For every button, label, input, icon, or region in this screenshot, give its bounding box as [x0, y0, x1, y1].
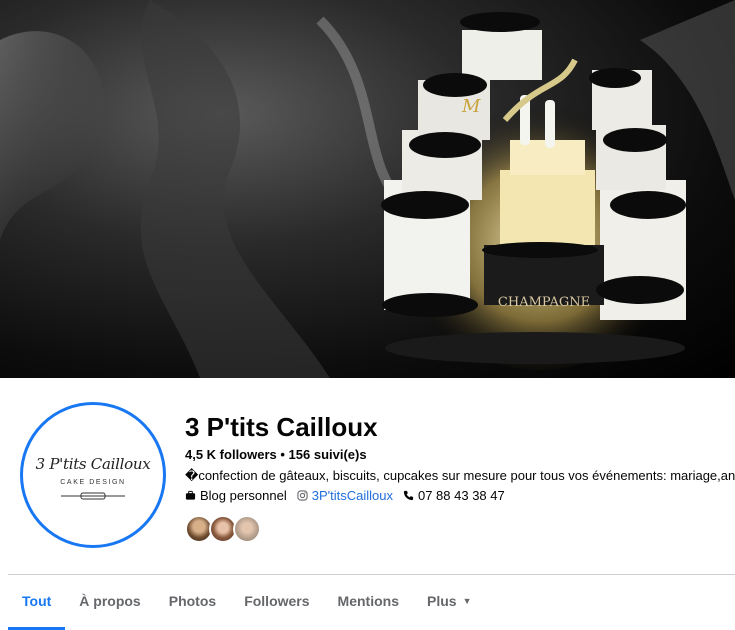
logo-subtitle: CAKE DESIGN [60, 479, 126, 486]
tab-label: Followers [244, 593, 310, 609]
tab-all[interactable]: Tout [8, 575, 66, 630]
logo-script-text: 3 P'tits Cailloux [35, 455, 151, 473]
tab-followers[interactable]: Followers [230, 575, 323, 627]
rolling-pin-icon [61, 492, 125, 500]
tab-more[interactable]: Plus ▼ [413, 575, 486, 627]
stats-separator: • [276, 447, 289, 462]
tab-label: Mentions [337, 593, 399, 609]
instagram-icon [297, 490, 308, 501]
phone-item: 07 88 43 38 47 [403, 488, 505, 503]
briefcase-icon [185, 490, 196, 500]
following-count[interactable]: 156 suivi(e)s [289, 447, 367, 462]
category-item: Blog personnel [185, 488, 287, 503]
tab-mentions[interactable]: Mentions [324, 575, 413, 627]
category-label: Blog personnel [200, 488, 287, 503]
cover-photo[interactable]: M CHAMPAGNE [0, 0, 735, 378]
follower-stats: 4,5 K followers • 156 suivi(e)s [185, 447, 367, 462]
phone-number: 07 88 43 38 47 [417, 488, 505, 503]
tab-label: Tout [22, 593, 52, 609]
page-details: Blog personnel 3P'titsCailloux 07 88 43 … [185, 488, 515, 503]
tab-label: À propos [79, 593, 141, 609]
friend-avatar[interactable] [233, 515, 261, 543]
cover-monogram: M [461, 96, 481, 117]
followers-count[interactable]: 4,5 K followers [185, 447, 277, 462]
profile-header: 3 P'tits Cailloux CAKE DESIGN 3 P'tits C… [0, 378, 735, 630]
profile-tabs: Tout À propos Photos Followers Mentions … [8, 575, 486, 630]
instagram-link[interactable]: 3P'titsCailloux [312, 488, 393, 503]
cover-cake-illustration: M CHAMPAGNE [0, 0, 735, 378]
tab-label: Plus [427, 593, 457, 609]
tab-photos[interactable]: Photos [155, 575, 230, 627]
phone-icon [403, 490, 414, 501]
tab-label: Photos [168, 593, 217, 609]
tab-about[interactable]: À propos [65, 575, 154, 627]
logo: 3 P'tits Cailloux CAKE DESIGN [29, 411, 157, 539]
cover-banner-text: CHAMPAGNE [498, 295, 590, 310]
page-bio: �confection de gâteaux, biscuits, cupcak… [185, 468, 735, 483]
profile-avatar[interactable]: 3 P'tits Cailloux CAKE DESIGN [20, 402, 166, 548]
page-title: 3 P'tits Cailloux [185, 412, 378, 442]
instagram-item[interactable]: 3P'titsCailloux [297, 488, 393, 503]
caret-down-icon: ▼ [462, 596, 472, 606]
